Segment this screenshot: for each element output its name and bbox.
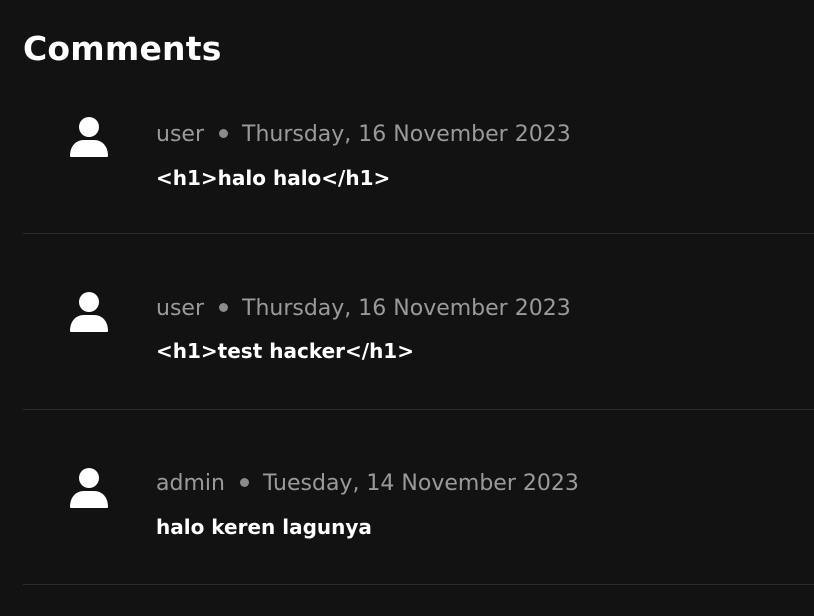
comment-item: user Thursday, 16 November 2023 <h1>test … xyxy=(23,234,814,410)
comment-date: Tuesday, 14 November 2023 xyxy=(262,471,579,496)
comment-meta: user Thursday, 16 November 2023 xyxy=(156,294,571,324)
user-avatar-icon xyxy=(70,292,108,332)
comment-text: halo keren lagunya xyxy=(156,515,372,539)
comment-item: user Thursday, 16 November 2023 <h1>halo … xyxy=(23,97,814,234)
separator-dot xyxy=(219,302,228,312)
separator-dot xyxy=(219,128,228,138)
separator-dot xyxy=(239,477,249,487)
comment-text: <h1>halo halo</h1> xyxy=(156,166,391,190)
comment-meta: user Thursday, 16 November 2023 xyxy=(156,120,571,150)
comment-author: user xyxy=(156,122,204,147)
comment-date: Thursday, 16 November 2023 xyxy=(242,122,571,147)
comment-date: Thursday, 16 November 2023 xyxy=(242,296,571,321)
comments-title: Comments xyxy=(23,29,222,68)
comments-page: Comments user Thursday, 16 November 2023 … xyxy=(0,0,814,616)
comment-text: <h1>test hacker</h1> xyxy=(156,339,414,363)
user-avatar-icon xyxy=(70,117,108,157)
comment-item: admin Tuesday, 14 November 2023 halo kere… xyxy=(23,410,814,585)
comment-author: admin xyxy=(156,471,225,496)
comment-meta: admin Tuesday, 14 November 2023 xyxy=(156,469,579,499)
comment-author: user xyxy=(156,296,204,321)
user-avatar-icon xyxy=(70,468,108,508)
comments-list: user Thursday, 16 November 2023 <h1>halo … xyxy=(23,97,814,585)
